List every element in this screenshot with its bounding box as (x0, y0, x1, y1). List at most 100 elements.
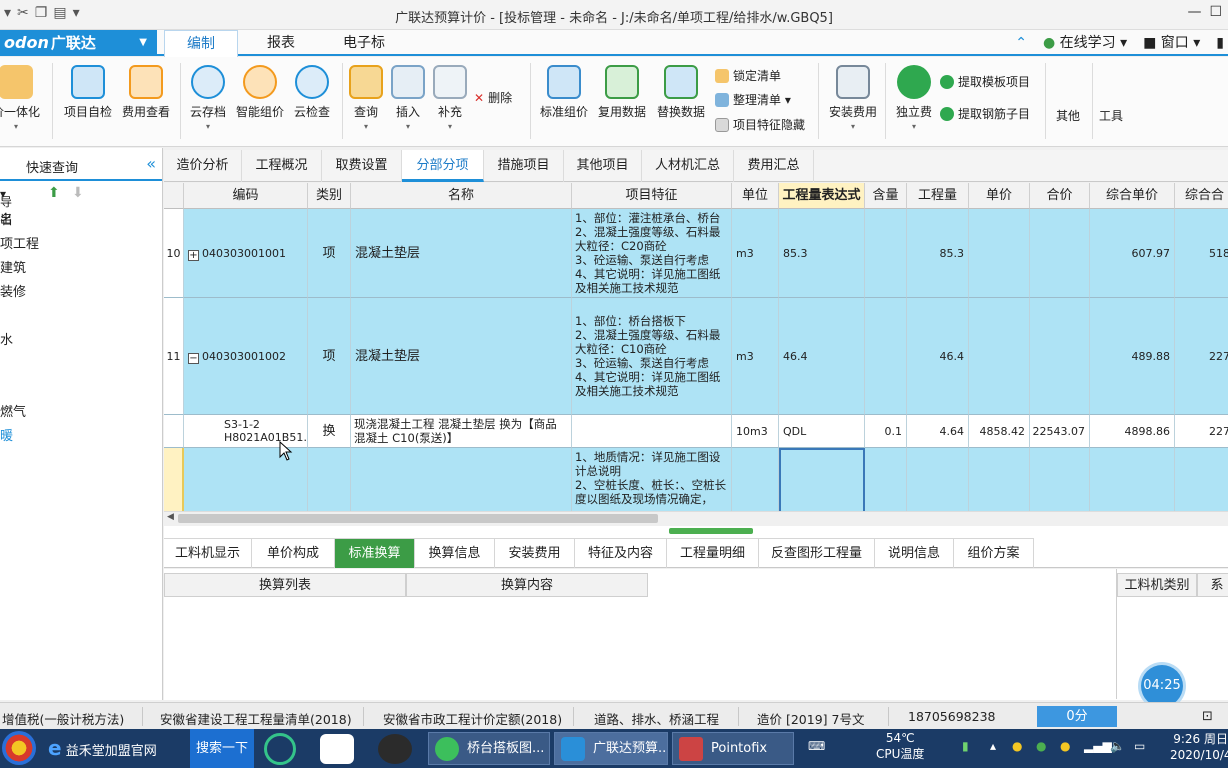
tray-app-icon[interactable]: ● (1060, 739, 1070, 753)
app-logo[interactable]: odon 广联达 ▼ (0, 30, 157, 56)
tab-pricing-plan[interactable]: 组价方案 (954, 538, 1034, 568)
row-content[interactable] (865, 298, 907, 415)
tree-item[interactable] (0, 377, 162, 401)
tab-fee-settings[interactable]: 取费设置 (322, 150, 402, 182)
cost-view-button[interactable]: 费用查看 (116, 63, 176, 137)
row-quantity[interactable] (907, 448, 969, 511)
row-content[interactable]: 0.1 (865, 415, 907, 448)
tree-item[interactable]: 名 (0, 209, 162, 233)
row-content[interactable] (865, 448, 907, 511)
items-grid[interactable]: 编码 类别 名称 项目特征 单位 工程量表达式 含量 工程量 单价 合价 综合单… (164, 183, 1228, 511)
grid-header-type[interactable]: 类别 (308, 183, 351, 209)
row-feature[interactable] (572, 415, 732, 448)
grid-header-feature[interactable]: 项目特征 (572, 183, 732, 209)
tab-measures[interactable]: 措施项目 (484, 150, 564, 182)
tab-reverse-graphic[interactable]: 反查图形工程量 (759, 538, 875, 568)
row-content[interactable] (865, 209, 907, 298)
tab-cost-analysis[interactable]: 造价分析 (164, 150, 242, 182)
cloud-archive-button[interactable]: 云存档 ▾ (178, 63, 238, 137)
status-score[interactable]: 0分 (1037, 706, 1117, 727)
project-check-button[interactable]: 项目自检 (58, 63, 118, 137)
maximize-icon[interactable]: ☐ (1209, 4, 1222, 20)
tab-project-overview[interactable]: 工程概况 (242, 150, 322, 182)
quick-query-tab[interactable]: 快速查询 (26, 157, 78, 176)
row-feature[interactable]: 1、地质情况：详见施工图设计总说明 2、空桩长度、桩长：、空桩长度以图纸及现场情… (572, 448, 732, 511)
row-name[interactable] (351, 448, 572, 511)
volume-icon[interactable]: 🔈 (1110, 739, 1125, 753)
clock[interactable]: 9:26 周日 2020/10/4 (1170, 731, 1228, 764)
standard-pricing-button[interactable]: 标准组价 (534, 63, 594, 137)
menu-tab-edit[interactable]: 编制 (164, 30, 238, 57)
other-button[interactable]: 其他 (1056, 105, 1080, 127)
tree-item[interactable] (0, 305, 162, 329)
reuse-data-button[interactable]: 复用数据 (592, 63, 652, 137)
grid-header-quantity[interactable]: 工程量 (907, 183, 969, 209)
grid-header-price[interactable]: 单价 (969, 183, 1030, 209)
tab-standard-conversion[interactable]: 标准换算 (335, 538, 415, 568)
tray-app-icon[interactable]: ● (1036, 739, 1046, 753)
row-price[interactable] (969, 298, 1030, 415)
tab-install-cost[interactable]: 安装费用 (495, 538, 575, 568)
row-name[interactable]: 混凝土垫层 (351, 298, 572, 415)
row-comp-price[interactable]: 607.97 (1090, 209, 1175, 298)
row-expression[interactable]: 46.4 (779, 298, 865, 415)
tab-other-items[interactable]: 其他项目 (564, 150, 642, 182)
menu-tab-report[interactable]: 报表 (245, 30, 317, 56)
row-unit[interactable]: m3 (732, 298, 779, 415)
tab-description[interactable]: 说明信息 (875, 538, 954, 568)
app-icon-cloud[interactable] (320, 734, 354, 764)
supplement-button[interactable]: 补充 ▾ (420, 63, 480, 137)
row-comp-total[interactable]: 227 (1175, 415, 1228, 448)
pane-splitter[interactable] (164, 526, 1228, 538)
menu-tab-etender[interactable]: 电子标 (321, 30, 407, 56)
online-learning-button[interactable]: ● 在线学习 ▾ (1043, 30, 1127, 56)
row-type[interactable]: 项 (308, 298, 351, 415)
row-unit[interactable] (732, 448, 779, 511)
tab-conversion-info[interactable]: 换算信息 (415, 538, 495, 568)
row-price[interactable] (969, 209, 1030, 298)
grid-header-unit[interactable]: 单位 (732, 183, 779, 209)
row-name[interactable]: 混凝土垫层 (351, 209, 572, 298)
row-quantity[interactable]: 46.4 (907, 298, 969, 415)
cloud-check-button[interactable]: 云检查 (282, 63, 342, 137)
tab-price-composition[interactable]: 单价构成 (252, 538, 335, 568)
install-cost-button[interactable]: 安装费用 ▾ (823, 63, 883, 137)
grid-header-name[interactable]: 名称 (351, 183, 572, 209)
grid-header-expression[interactable]: 工程量表达式 (779, 183, 865, 209)
collapse-row-icon[interactable]: − (188, 353, 199, 364)
grid-header-comp-price[interactable]: 综合单价 (1090, 183, 1175, 209)
row-price[interactable]: 4858.42 (969, 415, 1030, 448)
browser-task[interactable]: e 益禾堂加盟官网 (48, 732, 157, 765)
row-comp-total[interactable]: 518 (1175, 209, 1228, 298)
delete-button[interactable]: ✕ 删除 (474, 87, 512, 109)
row-feature[interactable]: 1、部位：灌注桩承台、桥台 2、混凝土强度等级、石料最大粒径：C20商砼 3、砼… (572, 209, 732, 298)
tray-app-icon[interactable]: ● (1012, 739, 1022, 753)
row-total[interactable] (1030, 298, 1090, 415)
tab-material-display[interactable]: 工料机显示 (164, 538, 252, 568)
window-menu-button[interactable]: ■ 窗口 ▾ (1143, 30, 1200, 56)
grid-header-comp-total[interactable]: 综合合 (1175, 183, 1228, 209)
row-price[interactable] (969, 448, 1030, 511)
row-expression[interactable]: QDL (779, 415, 865, 448)
row-unit[interactable]: m3 (732, 209, 779, 298)
scroll-left-icon[interactable]: ◀ (167, 512, 174, 522)
export-button[interactable]: 导出 ▾ (0, 187, 12, 226)
row-comp-total[interactable] (1175, 448, 1228, 511)
tree-item[interactable] (0, 353, 162, 377)
row-code-cell[interactable]: +040303001001 (184, 209, 308, 298)
minimize-icon[interactable]: — (1187, 4, 1201, 20)
tree-item[interactable]: 建筑 (0, 257, 162, 281)
row-expression-selected[interactable] (779, 448, 865, 511)
tree-item[interactable]: 装修 (0, 281, 162, 305)
task-pointofix[interactable]: Pointofix (672, 732, 794, 765)
row-type[interactable] (308, 448, 351, 511)
row-comp-price[interactable]: 489.88 (1090, 298, 1175, 415)
move-up-icon[interactable]: ⬆ (48, 185, 60, 201)
expand-icon[interactable]: + (188, 250, 199, 261)
row-total[interactable] (1030, 448, 1090, 511)
tree-item[interactable]: 燃气 (0, 401, 162, 425)
tab-fee-summary[interactable]: 费用汇总 (734, 150, 814, 182)
extract-template-button[interactable]: 提取模板项目 (940, 71, 1030, 93)
extract-rebar-button[interactable]: 提取钢筋子目 (940, 103, 1030, 125)
tab-quantity-detail[interactable]: 工程量明细 (667, 538, 759, 568)
